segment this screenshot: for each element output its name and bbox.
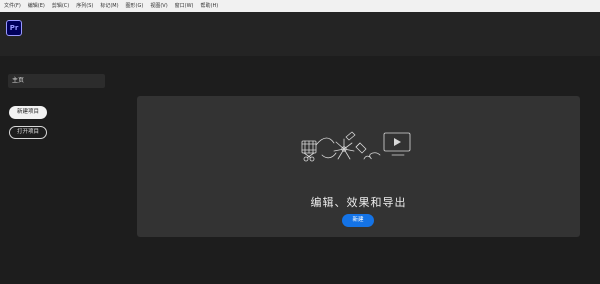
menu-edit[interactable]: 编辑(E) <box>28 0 45 12</box>
menu-clip[interactable]: 剪辑(C) <box>52 0 69 12</box>
menu-markers[interactable]: 标记(M) <box>100 0 118 12</box>
menu-file[interactable]: 文件(F) <box>4 0 21 12</box>
menu-help[interactable]: 帮助(H) <box>201 0 219 12</box>
home-nav-item[interactable]: 主页 <box>8 74 105 88</box>
open-project-button[interactable]: 打开项目 <box>9 126 47 139</box>
new-project-button[interactable]: 新建项目 <box>9 106 47 119</box>
edit-effects-export-illustration-icon <box>301 131 411 162</box>
menu-view[interactable]: 视图(V) <box>150 0 167 12</box>
hero-title: 编辑、效果和导出 <box>310 196 407 209</box>
menu-bar: 文件(F) 编辑(E) 剪辑(C) 序列(S) 标记(M) 图形(G) 视图(V… <box>0 0 600 12</box>
premiere-logo-icon: Pr <box>6 20 22 36</box>
hero-card: 编辑、效果和导出 新建 <box>137 96 580 237</box>
menu-sequence[interactable]: 序列(S) <box>76 0 93 12</box>
menu-window[interactable]: 窗口(W) <box>175 0 194 12</box>
header-bar <box>0 12 600 56</box>
menu-graphics[interactable]: 图形(G) <box>126 0 144 12</box>
premiere-home-window: 文件(F) 编辑(E) 剪辑(C) 序列(S) 标记(M) 图形(G) 视图(V… <box>0 0 600 284</box>
hero-new-button[interactable]: 新建 <box>342 214 374 227</box>
